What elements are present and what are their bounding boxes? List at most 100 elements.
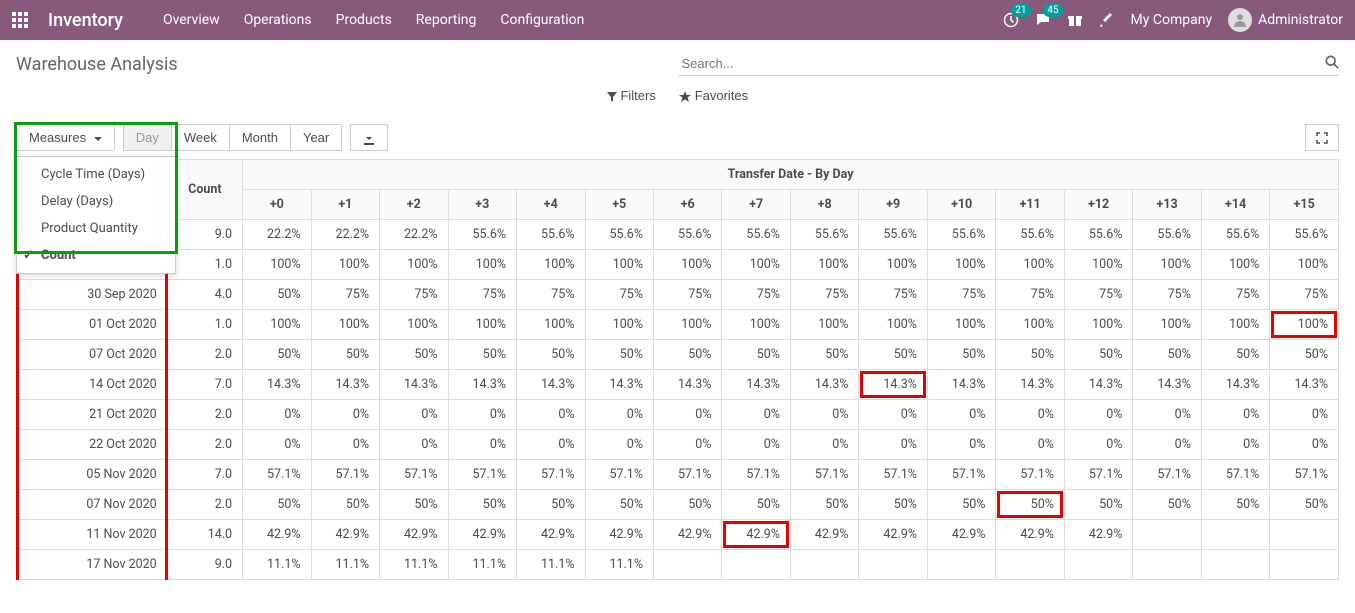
cell[interactable]: 57.1% <box>722 460 790 490</box>
nav-link-reporting[interactable]: Reporting <box>416 12 477 28</box>
cell[interactable]: 75% <box>1064 280 1132 310</box>
cell[interactable]: 55.6% <box>1201 220 1269 250</box>
cell[interactable] <box>1133 520 1201 550</box>
cell[interactable]: 75% <box>927 280 995 310</box>
cell[interactable]: 42.9% <box>380 520 448 550</box>
cell[interactable]: 100% <box>653 250 721 280</box>
cell[interactable]: 55.6% <box>448 220 516 250</box>
cell[interactable]: 75% <box>722 280 790 310</box>
cell[interactable]: 100% <box>722 310 790 340</box>
cell[interactable]: 14.3% <box>1270 370 1339 400</box>
cell[interactable] <box>1064 550 1132 580</box>
cell[interactable]: 75% <box>517 280 585 310</box>
cell[interactable]: 100% <box>1064 250 1132 280</box>
cell[interactable]: 57.1% <box>1133 460 1201 490</box>
cell[interactable] <box>1270 550 1339 580</box>
cell[interactable] <box>1201 550 1269 580</box>
row-date[interactable]: 14 Oct 2020 <box>17 370 168 400</box>
measures-item-2[interactable]: Product Quantity <box>17 215 175 242</box>
cell[interactable]: 55.6% <box>722 220 790 250</box>
cell[interactable]: 100% <box>311 250 379 280</box>
cell[interactable]: 0% <box>927 400 995 430</box>
cell[interactable]: 57.1% <box>380 460 448 490</box>
cell[interactable]: 50% <box>790 340 858 370</box>
cell[interactable]: 55.6% <box>585 220 653 250</box>
cell[interactable]: 55.6% <box>653 220 721 250</box>
cell[interactable]: 0% <box>1064 400 1132 430</box>
col-header-6[interactable]: +6 <box>653 190 721 220</box>
cell[interactable]: 100% <box>1133 310 1201 340</box>
row-date[interactable]: 05 Nov 2020 <box>17 460 168 490</box>
cell[interactable]: 22.2% <box>380 220 448 250</box>
cell[interactable]: 55.6% <box>927 220 995 250</box>
cell[interactable]: 0% <box>243 400 311 430</box>
cell[interactable]: 0% <box>448 400 516 430</box>
cell[interactable]: 57.1% <box>448 460 516 490</box>
cell[interactable]: 11.1% <box>517 550 585 580</box>
cell[interactable]: 50% <box>243 280 311 310</box>
cell[interactable]: 55.6% <box>1133 220 1201 250</box>
cell[interactable]: 50% <box>1064 340 1132 370</box>
cell[interactable]: 50% <box>722 490 790 520</box>
cell[interactable]: 75% <box>311 280 379 310</box>
cell[interactable]: 22.2% <box>243 220 311 250</box>
cell[interactable]: 57.1% <box>1064 460 1132 490</box>
nav-link-overview[interactable]: Overview <box>163 12 220 28</box>
cell[interactable]: 0% <box>653 400 721 430</box>
cell[interactable]: 50% <box>311 340 379 370</box>
row-date[interactable]: 21 Oct 2020 <box>17 400 168 430</box>
cell[interactable]: 100% <box>517 310 585 340</box>
search-input[interactable] <box>678 52 1340 76</box>
cell[interactable]: 0% <box>996 430 1064 460</box>
col-header-14[interactable]: +14 <box>1201 190 1269 220</box>
cell[interactable]: 50% <box>585 490 653 520</box>
cell[interactable]: 11.1% <box>448 550 516 580</box>
col-header-8[interactable]: +8 <box>790 190 858 220</box>
cell[interactable]: 75% <box>859 280 927 310</box>
cell[interactable]: 50% <box>448 490 516 520</box>
cell[interactable]: 42.9% <box>1064 520 1132 550</box>
cell[interactable]: 100% <box>790 310 858 340</box>
cell[interactable]: 0% <box>585 430 653 460</box>
cell[interactable]: 0% <box>380 430 448 460</box>
cell[interactable]: 0% <box>996 400 1064 430</box>
cell[interactable]: 14.3% <box>1064 370 1132 400</box>
cell[interactable]: 75% <box>1270 280 1339 310</box>
cell[interactable]: 42.9% <box>790 520 858 550</box>
cell[interactable]: 100% <box>927 250 995 280</box>
cell[interactable]: 100% <box>1270 250 1339 280</box>
cell[interactable]: 55.6% <box>996 220 1064 250</box>
cell[interactable]: 50% <box>1133 490 1201 520</box>
cell[interactable]: 14.3% <box>243 370 311 400</box>
apps-icon[interactable] <box>12 12 28 28</box>
cell[interactable]: 11.1% <box>585 550 653 580</box>
cell[interactable]: 50% <box>653 490 721 520</box>
cell[interactable]: 0% <box>1201 400 1269 430</box>
cell[interactable]: 14.3% <box>585 370 653 400</box>
cell[interactable]: 100% <box>448 250 516 280</box>
cell[interactable]: 100% <box>243 250 311 280</box>
cell[interactable] <box>996 550 1064 580</box>
chat-icon[interactable]: 45 <box>1035 12 1051 28</box>
cell[interactable]: 0% <box>1270 430 1339 460</box>
cell[interactable]: 14.3% <box>653 370 721 400</box>
cell[interactable]: 0% <box>722 400 790 430</box>
cell[interactable]: 100% <box>243 310 311 340</box>
cell[interactable]: 14.3% <box>722 370 790 400</box>
cell[interactable]: 75% <box>1201 280 1269 310</box>
cell[interactable]: 57.1% <box>585 460 653 490</box>
row-date[interactable]: 11 Nov 2020 <box>17 520 168 550</box>
cell[interactable]: 0% <box>790 400 858 430</box>
cell[interactable]: 14.3% <box>1201 370 1269 400</box>
cell[interactable]: 14.3% <box>448 370 516 400</box>
cell[interactable]: 100% <box>1201 310 1269 340</box>
nav-link-configuration[interactable]: Configuration <box>500 12 584 28</box>
cell[interactable]: 100% <box>722 250 790 280</box>
cell[interactable]: 0% <box>380 400 448 430</box>
cell[interactable]: 0% <box>1201 430 1269 460</box>
cell[interactable]: 0% <box>722 430 790 460</box>
cell[interactable]: 14.3% <box>996 370 1064 400</box>
cell[interactable]: 100% <box>927 310 995 340</box>
cell[interactable]: 14.3% <box>1133 370 1201 400</box>
col-header-2[interactable]: +2 <box>380 190 448 220</box>
